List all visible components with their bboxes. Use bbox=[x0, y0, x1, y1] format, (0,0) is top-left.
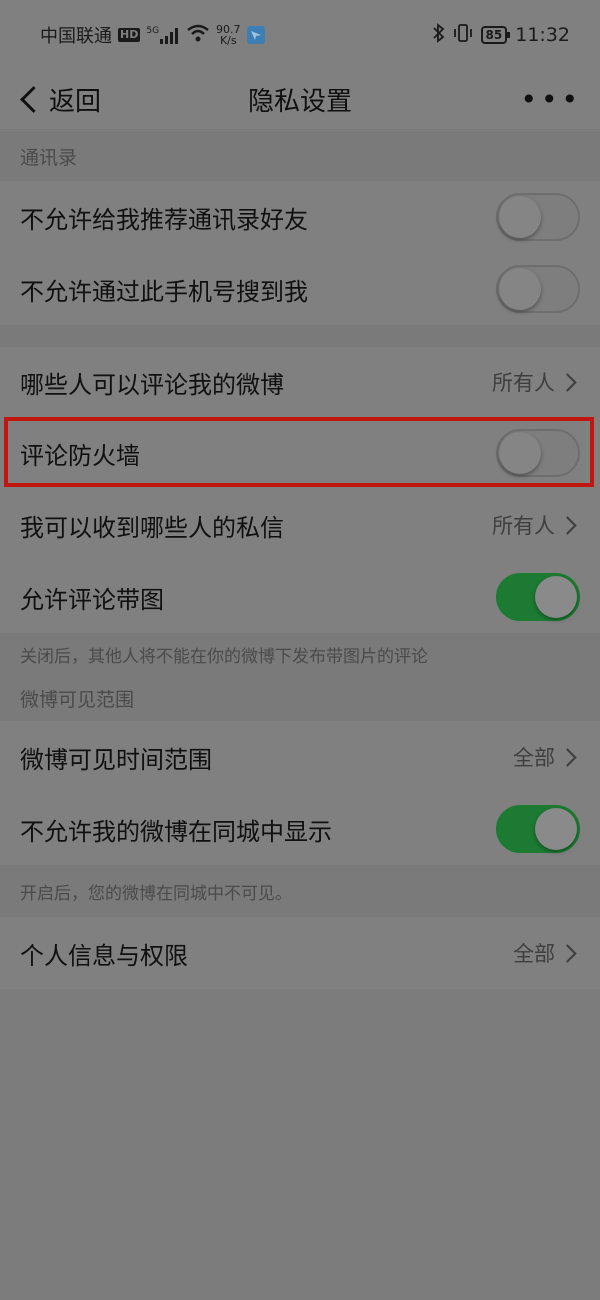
toggle-no-search-by-phone[interactable] bbox=[496, 265, 580, 313]
toggle-knob bbox=[499, 196, 541, 238]
row-no-recommend-contacts[interactable]: 不允许给我推荐通讯录好友 bbox=[0, 181, 600, 253]
toggle-knob bbox=[535, 576, 577, 618]
bluetooth-icon bbox=[432, 22, 445, 48]
toggle-knob bbox=[535, 808, 577, 850]
privacy-settings-screen: 中国联通 HD 5G 90.7 K/s 85 11:32 返回 隐私设置 •••… bbox=[0, 0, 600, 1300]
section-header-visibility: 微博可见范围 bbox=[0, 675, 600, 721]
chevron-right-icon bbox=[558, 747, 577, 767]
row-no-search-by-phone[interactable]: 不允许通过此手机号搜到我 bbox=[0, 253, 600, 325]
row-value-text: 所有人 bbox=[492, 371, 555, 395]
row-label: 不允许通过此手机号搜到我 bbox=[20, 277, 308, 306]
row-value-text: 所有人 bbox=[492, 514, 555, 538]
row-label: 哪些人可以评论我的微博 bbox=[20, 370, 284, 399]
vibrate-icon bbox=[453, 23, 473, 48]
wifi-icon bbox=[186, 24, 210, 47]
section-header-contacts: 通讯录 bbox=[0, 131, 600, 181]
status-right: 85 11:32 bbox=[432, 22, 570, 48]
note-local: 开启后，您的微博在同城中不可见。 bbox=[0, 865, 600, 917]
row-visible-time-range[interactable]: 微博可见时间范围 全部 bbox=[0, 721, 600, 793]
row-value-text: 全部 bbox=[513, 942, 555, 966]
row-value: 所有人 bbox=[492, 367, 580, 397]
app-notification-icon bbox=[246, 26, 265, 44]
note-comment-images: 关闭后，其他人将不能在你的微博下发布带图片的评论 bbox=[0, 633, 600, 675]
row-label: 允许评论带图 bbox=[20, 585, 164, 614]
status-bar: 中国联通 HD 5G 90.7 K/s 85 11:32 bbox=[0, 0, 600, 70]
signal-type-label: 5G bbox=[146, 26, 160, 36]
row-value-text: 全部 bbox=[513, 746, 555, 770]
row-value: 全部 bbox=[513, 742, 580, 772]
chevron-left-icon bbox=[20, 86, 47, 113]
empty-area bbox=[0, 989, 600, 1300]
row-personal-info[interactable]: 个人信息与权限 全部 bbox=[0, 917, 600, 989]
row-allow-comment-images[interactable]: 允许评论带图 bbox=[0, 561, 600, 633]
toggle-comment-firewall[interactable] bbox=[496, 429, 580, 477]
battery-icon: 85 bbox=[480, 26, 510, 44]
battery-level: 85 bbox=[485, 28, 503, 42]
row-comment-firewall[interactable]: 评论防火墙 bbox=[0, 417, 600, 489]
chevron-right-icon bbox=[558, 515, 577, 535]
row-label: 我可以收到哪些人的私信 bbox=[20, 513, 284, 542]
carrier-label: 中国联通 bbox=[40, 26, 112, 47]
toggle-knob bbox=[499, 268, 541, 310]
more-menu-button[interactable]: ••• bbox=[520, 85, 582, 113]
section-gap bbox=[0, 325, 600, 347]
row-value: 全部 bbox=[513, 938, 580, 968]
nav-bar: 返回 隐私设置 ••• bbox=[0, 70, 600, 130]
row-who-can-comment[interactable]: 哪些人可以评论我的微博 所有人 bbox=[0, 347, 600, 417]
row-label: 个人信息与权限 bbox=[20, 941, 188, 970]
row-value: 所有人 bbox=[492, 510, 580, 540]
toggle-hide-in-local[interactable] bbox=[496, 805, 580, 853]
row-hide-in-local[interactable]: 不允许我的微博在同城中显示 bbox=[0, 793, 600, 865]
row-label: 微博可见时间范围 bbox=[20, 745, 212, 774]
signal-icon: 5G bbox=[146, 26, 180, 44]
net-speed: 90.7 K/s bbox=[216, 24, 241, 46]
row-label: 评论防火墙 bbox=[20, 441, 140, 470]
row-who-can-message[interactable]: 我可以收到哪些人的私信 所有人 bbox=[0, 489, 600, 561]
row-label: 不允许我的微博在同城中显示 bbox=[20, 817, 332, 846]
toggle-allow-comment-images[interactable] bbox=[496, 573, 580, 621]
status-left: 中国联通 HD 5G 90.7 K/s bbox=[40, 22, 265, 48]
toggle-no-recommend-contacts[interactable] bbox=[496, 193, 580, 241]
row-label: 不允许给我推荐通讯录好友 bbox=[20, 205, 308, 234]
clock: 11:32 bbox=[515, 24, 570, 46]
toggle-knob bbox=[499, 432, 541, 474]
chevron-right-icon bbox=[558, 943, 577, 963]
chevron-right-icon bbox=[558, 372, 577, 392]
hd-badge: HD bbox=[118, 28, 141, 42]
back-label: 返回 bbox=[49, 87, 102, 117]
back-button[interactable]: 返回 bbox=[18, 81, 101, 118]
net-speed-unit: K/s bbox=[219, 34, 237, 47]
